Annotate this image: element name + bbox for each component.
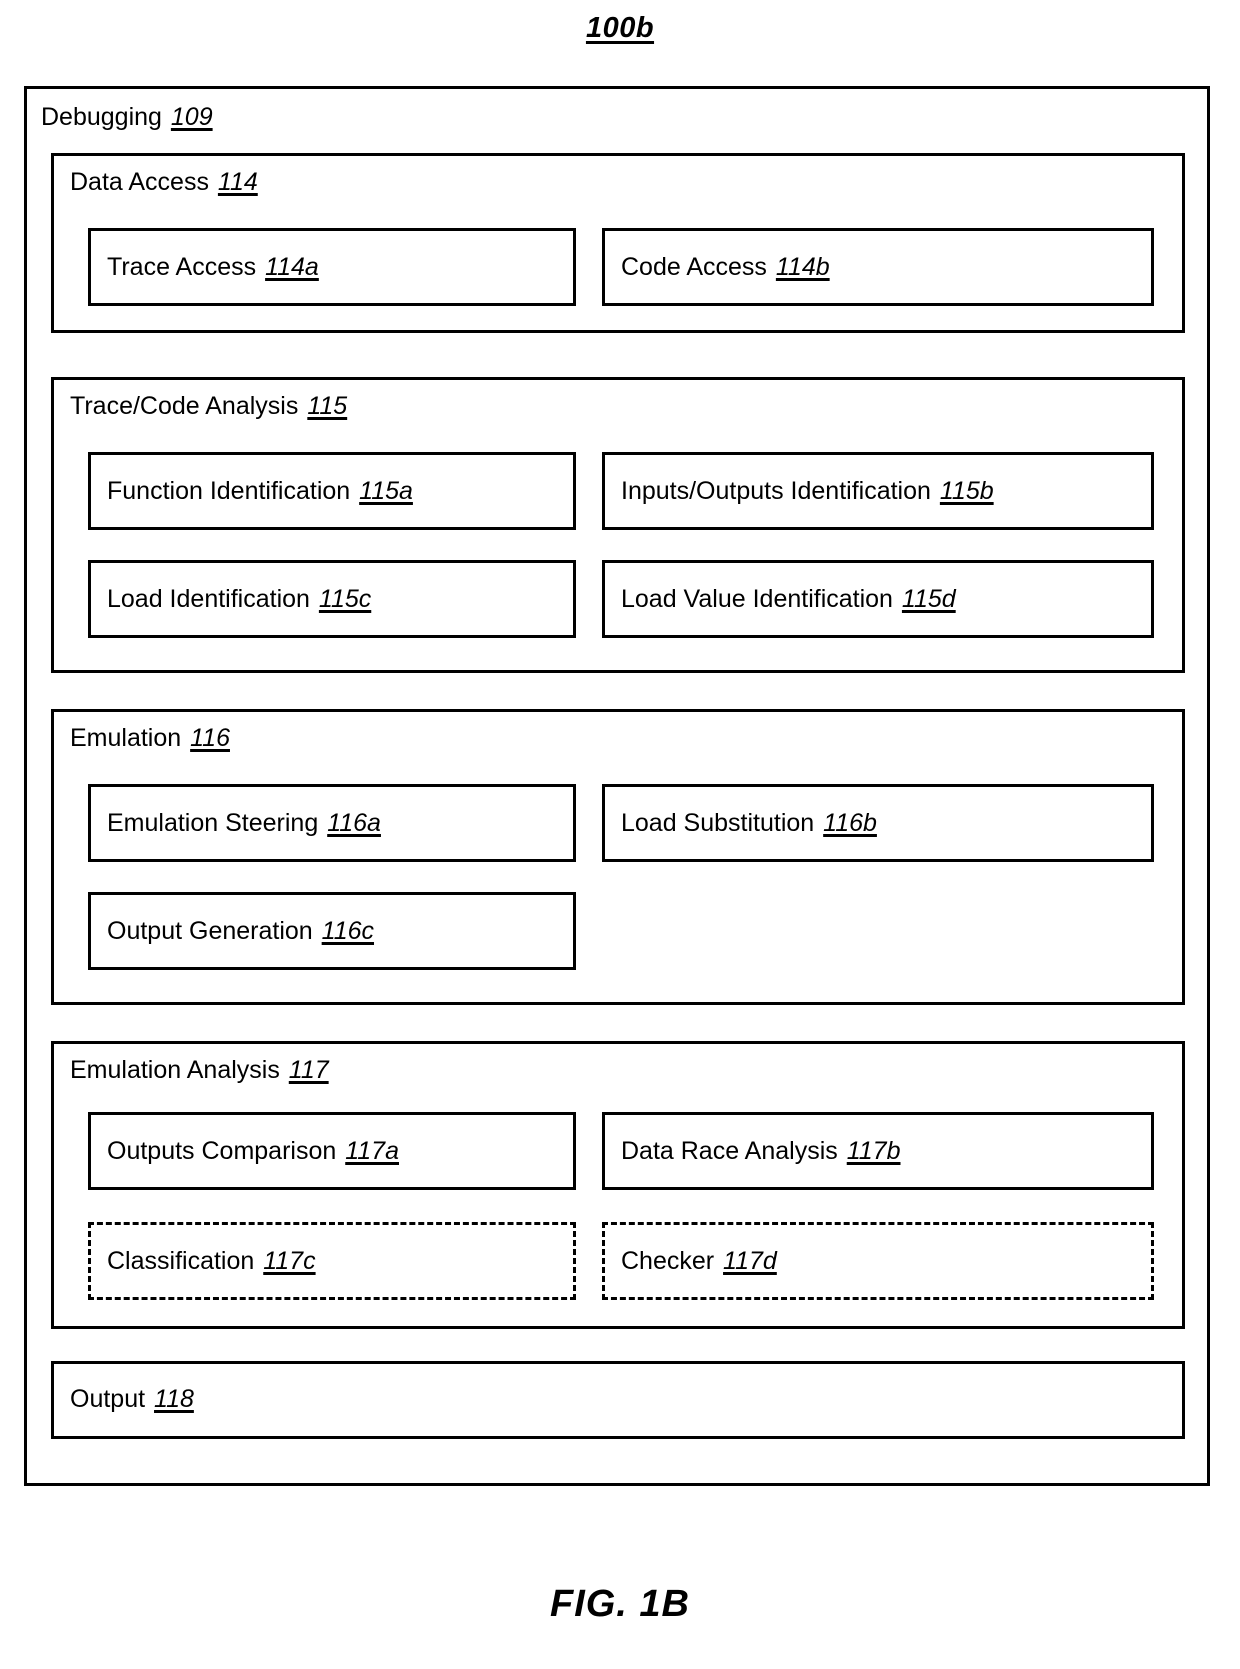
box-load-value-identification-ref-numeral: 115d [901,584,956,613]
group-output-title: Output 118 [54,1364,1182,1414]
box-trace-access[interactable]: Trace Access 114a [88,228,576,306]
box-code-access[interactable]: Code Access 114b [602,228,1154,306]
debugging-container: Debugging 109 Data Access 114 Trace Acce… [24,86,1210,1486]
box-data-race-analysis-label-text: Data Race Analysis [621,1136,838,1165]
box-code-access-label: Code Access 114b [605,253,830,282]
group-emulation-ref-numeral: 116 [190,724,230,752]
box-classification-label-text: Classification [107,1246,255,1275]
debugging-ref-numeral: 109 [170,103,213,131]
group-emulation-title: Emulation 116 [54,712,1182,753]
group-trace-code-analysis-title: Trace/Code Analysis 115 [54,380,1182,421]
group-trace-code-analysis-title-text: Trace/Code Analysis [70,392,299,420]
box-checker-label-text: Checker [621,1246,715,1275]
group-output-ref-numeral: 118 [154,1385,194,1413]
group-trace-code-analysis-ref-numeral: 115 [307,392,348,420]
group-emulation-analysis-ref-numeral: 117 [288,1056,329,1084]
box-code-access-ref-numeral: 114b [775,252,830,281]
box-checker-label: Checker 117d [605,1247,777,1276]
group-emulation-analysis: Emulation Analysis 117 Outputs Compariso… [51,1041,1185,1329]
box-checker-ref-numeral: 117d [723,1246,777,1275]
box-function-identification-ref-numeral: 115a [359,476,413,505]
group-data-access: Data Access 114 Trace Access 114a Code A… [51,153,1185,333]
box-emulation-steering[interactable]: Emulation Steering 116a [88,784,576,862]
group-output: Output 118 [51,1361,1185,1439]
figure-number-top-text: 100b [585,12,655,44]
box-inputs-outputs-identification-label: Inputs/Outputs Identification 115b [605,477,994,506]
box-data-race-analysis-ref-numeral: 117b [846,1136,901,1165]
box-function-identification[interactable]: Function Identification 115a [88,452,576,530]
box-output-generation[interactable]: Output Generation 116c [88,892,576,970]
box-inputs-outputs-identification[interactable]: Inputs/Outputs Identification 115b [602,452,1154,530]
box-function-identification-label-text: Function Identification [107,476,351,505]
group-data-access-title-text: Data Access [70,168,209,196]
box-load-identification-label-text: Load Identification [107,584,310,613]
box-load-identification-ref-numeral: 115c [318,584,372,613]
box-outputs-comparison-ref-numeral: 117a [345,1136,399,1165]
box-function-identification-label: Function Identification 115a [91,477,413,506]
box-load-identification[interactable]: Load Identification 115c [88,560,576,638]
box-outputs-comparison-label: Outputs Comparison 117a [91,1137,399,1166]
debugging-title-text: Debugging [41,103,162,131]
box-outputs-comparison[interactable]: Outputs Comparison 117a [88,1112,576,1190]
box-load-substitution[interactable]: Load Substitution 116b [602,784,1154,862]
box-classification[interactable]: Classification 117c [88,1222,576,1300]
group-data-access-title: Data Access 114 [54,156,1182,197]
box-load-substitution-label: Load Substitution 116b [605,809,877,838]
figure-caption: FIG. 1B [0,1583,1240,1626]
box-data-race-analysis[interactable]: Data Race Analysis 117b [602,1112,1154,1190]
group-emulation-analysis-title: Emulation Analysis 117 [54,1044,1182,1085]
group-data-access-ref-numeral: 114 [217,168,258,196]
figure-number-top: 100b [0,0,1240,45]
box-output-generation-label: Output Generation 116c [91,917,374,946]
box-load-value-identification[interactable]: Load Value Identification 115d [602,560,1154,638]
box-output-generation-label-text: Output Generation [107,916,313,945]
box-code-access-label-text: Code Access [621,252,767,281]
box-inputs-outputs-identification-ref-numeral: 115b [939,476,994,505]
box-trace-access-label: Trace Access 114a [91,253,319,282]
debugging-title: Debugging 109 [27,89,1207,132]
box-trace-access-ref-numeral: 114a [265,252,319,281]
box-load-substitution-label-text: Load Substitution [621,808,815,837]
box-classification-label: Classification 117c [91,1247,316,1276]
box-data-race-analysis-label: Data Race Analysis 117b [605,1137,901,1166]
group-trace-code-analysis: Trace/Code Analysis 115 Function Identif… [51,377,1185,673]
box-load-identification-label: Load Identification 115c [91,585,371,614]
box-inputs-outputs-identification-label-text: Inputs/Outputs Identification [621,476,931,505]
group-emulation: Emulation 116 Emulation Steering 116a Lo… [51,709,1185,1005]
box-emulation-steering-ref-numeral: 116a [327,808,381,837]
box-classification-ref-numeral: 117c [263,1246,316,1275]
box-load-value-identification-label: Load Value Identification 115d [605,585,956,614]
group-emulation-title-text: Emulation [70,724,182,752]
box-load-substitution-ref-numeral: 116b [823,808,877,837]
box-checker[interactable]: Checker 117d [602,1222,1154,1300]
box-load-value-identification-label-text: Load Value Identification [621,584,893,613]
group-output-title-text: Output [70,1385,146,1413]
box-emulation-steering-label-text: Emulation Steering [107,808,319,837]
box-output-generation-ref-numeral: 116c [321,916,375,945]
box-trace-access-label-text: Trace Access [107,252,257,281]
group-emulation-analysis-title-text: Emulation Analysis [70,1056,280,1084]
box-outputs-comparison-label-text: Outputs Comparison [107,1136,337,1165]
figure-caption-text: FIG. 1B [549,1583,691,1625]
box-emulation-steering-label: Emulation Steering 116a [91,809,381,838]
